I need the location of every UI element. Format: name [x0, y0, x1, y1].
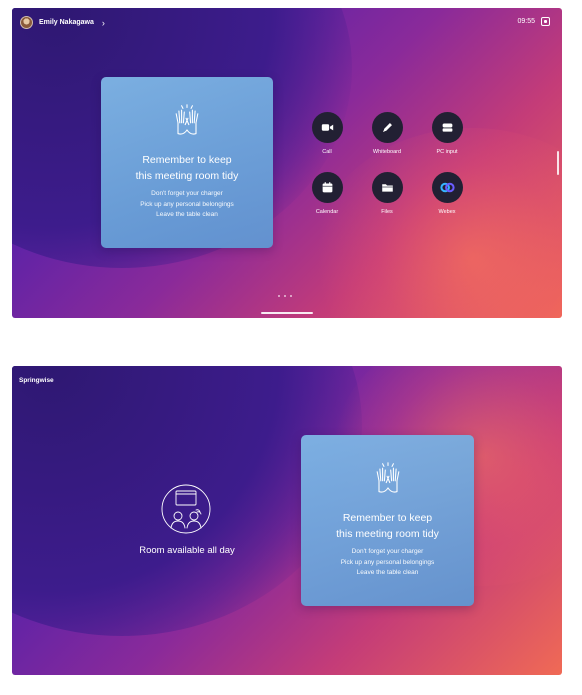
- app-call-button[interactable]: Call: [302, 112, 352, 155]
- avatar: [20, 16, 33, 29]
- room-status-screen: Springwise Room available all day Rememb…: [12, 366, 562, 675]
- chevron-right-icon: ›: [101, 17, 105, 28]
- video-camera-icon: [321, 124, 333, 131]
- tip-line: Don't forget your charger: [351, 548, 424, 555]
- app-label: Calendar: [315, 209, 339, 215]
- card-title: Remember to keep this meeting room tidy: [135, 154, 239, 182]
- brand-name: Springwise: [19, 377, 54, 384]
- page-dot: [290, 295, 292, 297]
- side-panel-handle[interactable]: [557, 151, 559, 175]
- user-name: Emily Nakagawa: [39, 19, 94, 26]
- app-label: Files: [381, 209, 393, 215]
- card-title: Remember to keep this meeting room tidy: [336, 512, 439, 540]
- card-tips: Don't forget your charger Pick up any pe…: [301, 547, 474, 579]
- page-dot: [278, 295, 280, 297]
- calendar-icon: [322, 182, 332, 193]
- app-label: PC input: [436, 149, 458, 155]
- tip-line: Leave the table clean: [356, 569, 419, 576]
- app-pc-input-button[interactable]: PC input: [422, 112, 472, 155]
- tip-line: Don't forget your charger: [151, 190, 223, 197]
- room-availability-text: Room available all day: [139, 545, 235, 556]
- pc-input-icon: [442, 123, 452, 132]
- device-status-icon[interactable]: [541, 17, 550, 26]
- clock: 09:55: [517, 18, 535, 25]
- folder-icon: [381, 184, 393, 192]
- app-webex-button[interactable]: Webex: [422, 172, 472, 215]
- app-label: Whiteboard: [372, 149, 402, 155]
- app-whiteboard-button[interactable]: Whiteboard: [362, 112, 412, 155]
- home-indicator-bar[interactable]: [261, 312, 313, 314]
- tidy-reminder-card: Remember to keep this meeting room tidy …: [101, 77, 273, 248]
- high-five-icon: [376, 462, 399, 493]
- card-tips: Don't forget your charger Pick up any pe…: [101, 189, 273, 221]
- page-indicator: [278, 295, 292, 297]
- home-screen: Emily Nakagawa › 09:55 Remember to keep …: [12, 8, 562, 318]
- tidy-reminder-card: Remember to keep this meeting room tidy …: [301, 435, 474, 606]
- pencil-icon: [382, 123, 392, 132]
- webex-icon: [439, 182, 455, 193]
- app-files-button[interactable]: Files: [362, 172, 412, 215]
- app-label: Webex: [438, 209, 456, 215]
- page-dot: [284, 295, 286, 297]
- user-profile-button[interactable]: Emily Nakagawa ›: [20, 16, 105, 29]
- app-calendar-button[interactable]: Calendar: [302, 172, 352, 215]
- tip-line: Leave the table clean: [156, 211, 218, 218]
- app-label: Call: [322, 149, 332, 155]
- high-five-icon: [175, 104, 199, 135]
- tip-line: Pick up any personal belongings: [140, 200, 234, 208]
- tip-line: Pick up any personal belongings: [340, 558, 435, 566]
- room-meeting-icon: [161, 484, 211, 534]
